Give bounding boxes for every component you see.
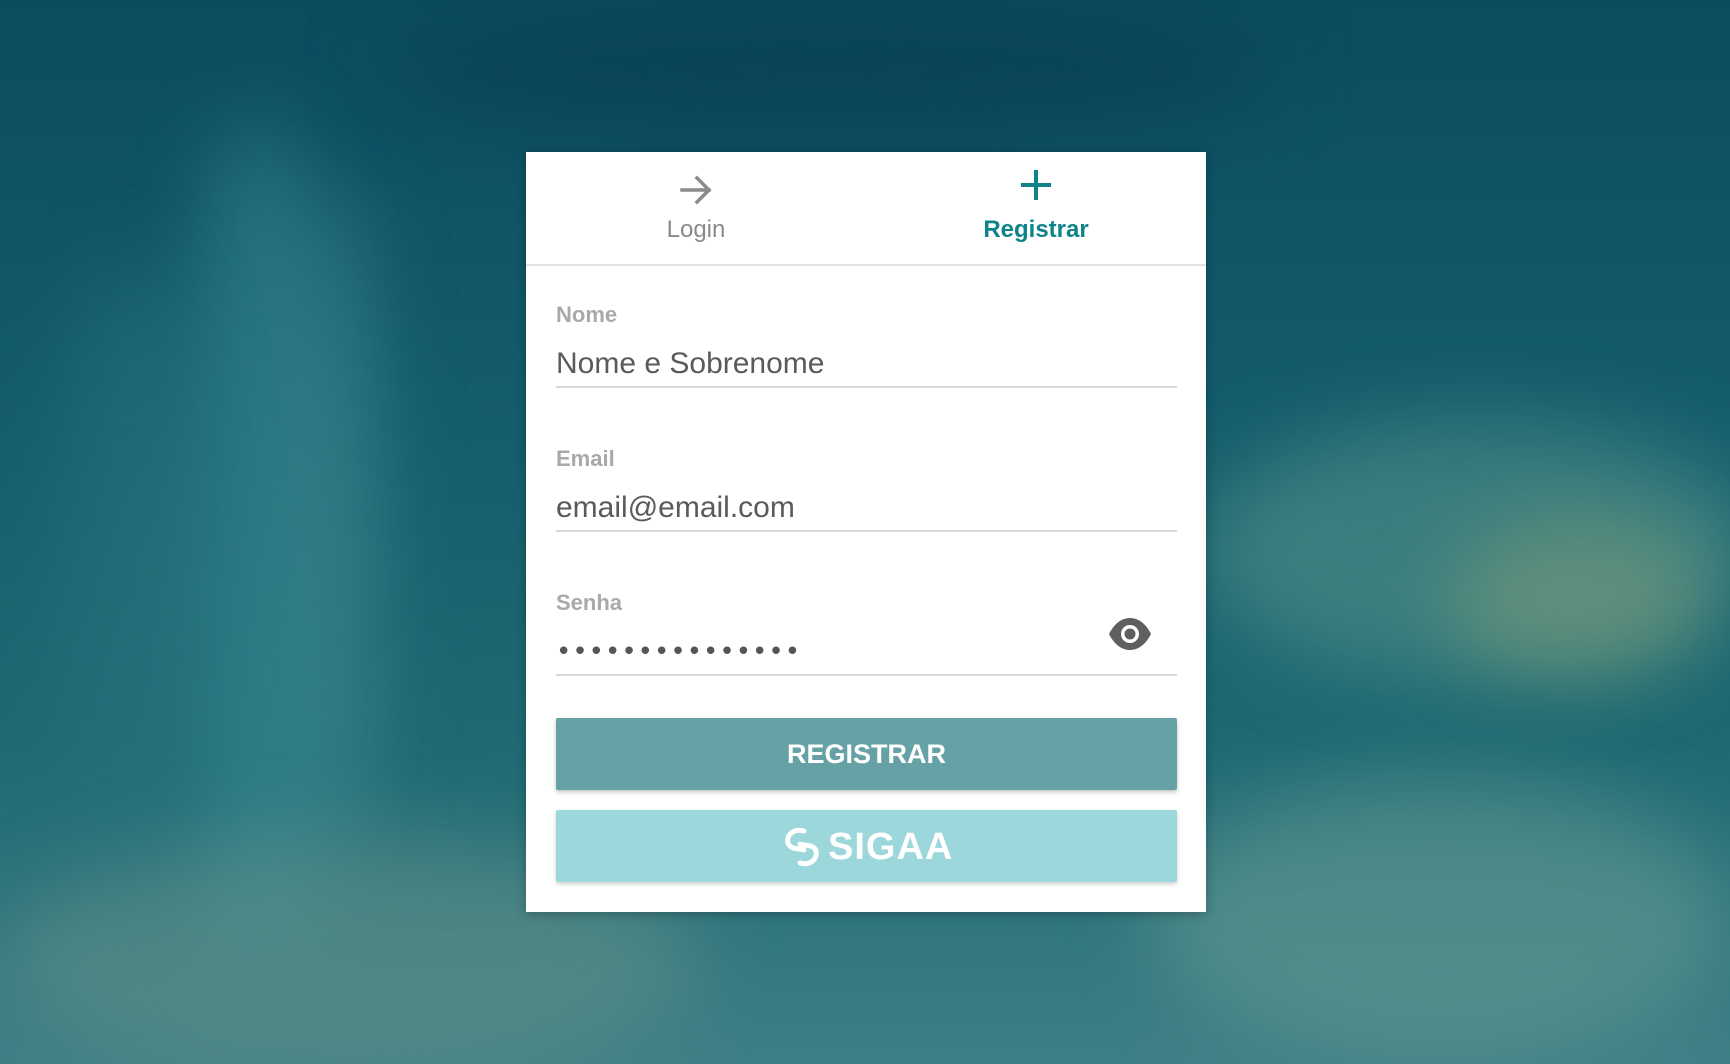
email-input[interactable] xyxy=(556,486,1177,532)
register-button[interactable]: REGISTRAR xyxy=(556,718,1177,790)
name-label: Nome xyxy=(556,302,618,327)
arrow-right-icon xyxy=(680,175,712,205)
background-shape xyxy=(1450,520,1710,680)
background-shape xyxy=(300,180,380,880)
tab-login-label: Login xyxy=(666,216,726,243)
tab-register-label: Registrar xyxy=(983,216,1089,243)
tab-login[interactable]: Login xyxy=(526,152,866,264)
tab-register[interactable]: Registrar xyxy=(866,152,1206,264)
plus-icon xyxy=(1021,170,1051,200)
eye-icon[interactable] xyxy=(1107,616,1153,652)
sigaa-login-button[interactable]: SIGAA xyxy=(556,810,1177,882)
email-label: Email xyxy=(556,446,615,471)
register-card: Login Registrar Nome Email Senha REGISTR… xyxy=(526,152,1206,912)
auth-tabs: Login Registrar xyxy=(526,152,1206,266)
sigaa-logo-icon xyxy=(785,827,819,867)
background-shape xyxy=(380,0,1280,140)
background-shape xyxy=(1150,780,1730,1060)
password-input[interactable] xyxy=(556,630,1177,676)
password-label: Senha xyxy=(556,590,623,615)
sigaa-label: SIGAA xyxy=(828,826,954,868)
name-input[interactable] xyxy=(556,342,1177,388)
